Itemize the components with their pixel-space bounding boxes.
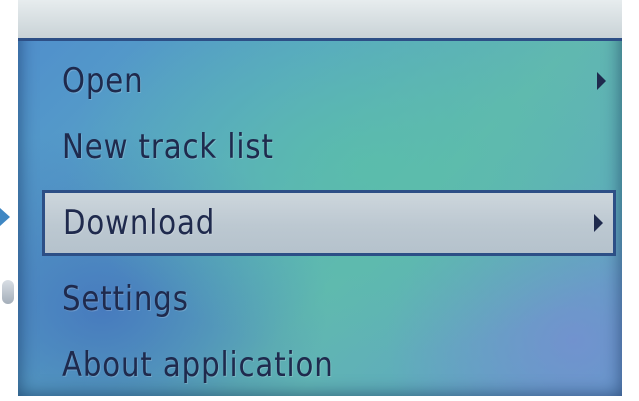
device-side-button (2, 280, 14, 304)
menu-item-label: Download (63, 203, 216, 243)
chevron-right-icon (597, 72, 606, 90)
device-frame: Open New track list Download Settings Ab… (0, 0, 639, 401)
phone-screen: Open New track list Download Settings Ab… (18, 0, 622, 396)
selection-pointer-icon (0, 208, 10, 226)
menu-item-about-application[interactable]: About application (44, 342, 616, 388)
menu-item-label: New track list (62, 127, 274, 167)
screen-title-bar (18, 0, 622, 41)
menu-item-label: Settings (62, 279, 189, 319)
menu-item-settings[interactable]: Settings (44, 276, 616, 322)
options-menu: Open New track list Download Settings Ab… (42, 58, 616, 396)
menu-item-label: Open (62, 61, 144, 101)
menu-item-open[interactable]: Open (44, 58, 616, 104)
menu-item-new-track-list[interactable]: New track list (44, 124, 616, 170)
menu-item-label: About application (62, 345, 334, 385)
menu-item-download[interactable]: Download (42, 190, 616, 256)
chevron-right-icon (594, 214, 603, 232)
